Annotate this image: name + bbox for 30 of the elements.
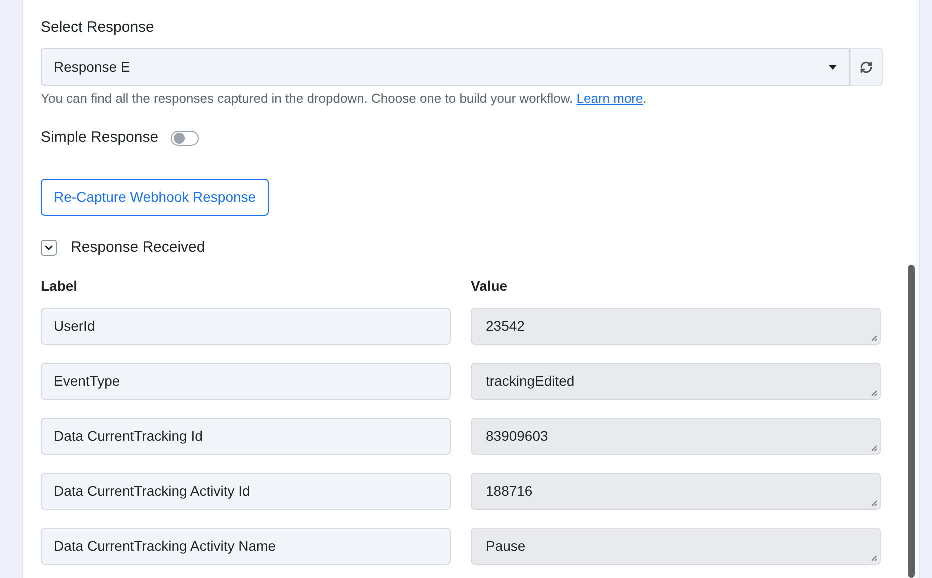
column-header: Label [41, 277, 79, 296]
simple-response-toggle[interactable] [170, 130, 199, 146]
label-field[interactable]: Data CurrentTracking Id [41, 418, 451, 455]
refresh-icon [860, 60, 873, 74]
column-header: Value [471, 277, 509, 296]
label-field[interactable]: UserId [41, 308, 451, 345]
caret-icon [828, 64, 837, 70]
resize-handle-icon [871, 445, 878, 452]
collapse-toggle[interactable] [41, 240, 57, 256]
response-dropdown[interactable]: Response E [41, 48, 850, 86]
resize-handle-icon [871, 500, 878, 507]
field-label: Select Response [41, 18, 156, 38]
scrollbar[interactable] [908, 265, 915, 578]
resize-handle-icon [871, 335, 878, 342]
help-text: You can find all the responses captured in the dropdown. Choose one to build your workflow. Learn more. [41, 90, 648, 108]
value-field[interactable]: Pause [471, 528, 881, 565]
value-field[interactable]: trackingEdited [471, 363, 881, 400]
resize-handle-icon [871, 390, 878, 397]
value-field[interactable]: 188716 [471, 473, 881, 510]
value-field[interactable]: 23542 [471, 308, 881, 345]
recapture-button[interactable]: Re-Capture Webhook Response [41, 178, 270, 216]
resize-handle-icon [871, 555, 878, 562]
learn-more-link[interactable]: Learn more [576, 91, 644, 106]
toggle-label: Simple Response [41, 128, 159, 148]
label-field[interactable]: Data CurrentTracking Activity Id [41, 473, 451, 510]
refresh-button[interactable] [850, 48, 883, 86]
label-field[interactable]: Data CurrentTracking Activity Name [41, 528, 451, 565]
value-field[interactable]: 83909603 [471, 418, 881, 455]
section-title: Response Received [71, 238, 206, 258]
label-field[interactable]: EventType [41, 363, 451, 400]
